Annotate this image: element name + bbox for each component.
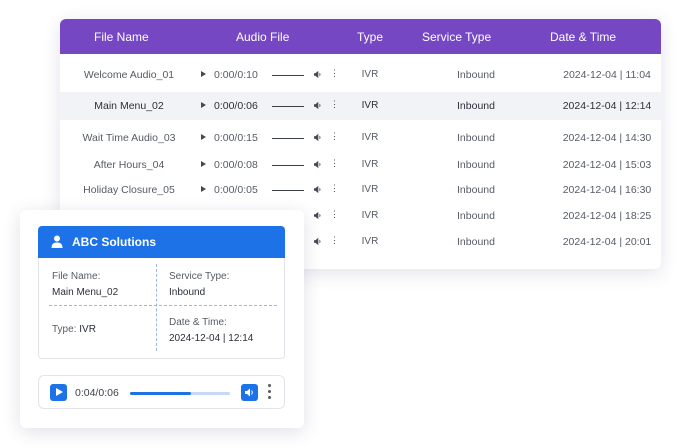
file-name-value: Main Menu_02	[52, 287, 119, 298]
type-cell: IVR	[361, 210, 379, 221]
type-cell: IVR	[361, 100, 379, 111]
audio-time: 0:00/0:05	[214, 184, 258, 196]
volume-icon[interactable]	[314, 238, 322, 245]
more-vertical-icon[interactable]: ⋮	[330, 69, 339, 78]
more-vertical-icon[interactable]: ⋮	[330, 236, 339, 245]
date-time-cell: 2024-12-04 | 16:30	[562, 184, 652, 196]
date-time-cell: 2024-12-04 | 20:01	[562, 236, 652, 248]
volume-icon[interactable]	[314, 161, 322, 168]
play-icon[interactable]	[201, 186, 206, 192]
audio-time: 0:00/0:08	[214, 159, 258, 171]
header-audio-file[interactable]: Audio File	[236, 30, 289, 44]
more-vertical-icon[interactable]: ⋮	[330, 210, 339, 219]
date-label: Date & Time:	[169, 317, 227, 328]
audio-time: 0:00/0:15	[214, 132, 258, 144]
date-time-cell: 2024-12-04 | 18:25	[562, 210, 652, 222]
table-row[interactable]: Welcome Audio_01 IVR Inbound 2024-12-04 | 1…	[60, 64, 661, 86]
type-cell: IVR	[361, 69, 379, 80]
audio-time: 0:00/0:06	[214, 100, 258, 112]
type-value: IVR	[79, 324, 96, 335]
service-type-value: Inbound	[169, 287, 206, 298]
service-type-cell: Inbound	[457, 159, 495, 171]
audio-player: 0:04/0:06	[38, 375, 285, 409]
table-row[interactable]: Main Menu_02 IVR Inbound 2024-12-04 | 12:14…	[60, 92, 661, 120]
play-icon	[56, 388, 63, 396]
audio-time: 0:00/0:10	[214, 69, 258, 81]
header-date-time[interactable]: Date & Time	[550, 30, 616, 44]
service-type-cell: Inbound	[457, 184, 495, 196]
date-time-cell: 2024-12-04 | 11:04	[563, 69, 651, 81]
audio-progress-track[interactable]	[272, 138, 304, 139]
volume-icon[interactable]	[314, 186, 322, 193]
type-cell: IVR	[361, 184, 379, 195]
table-row[interactable]: After Hours_04 IVR Inbound 2024-12-04 | 15:…	[60, 154, 661, 176]
volume-icon[interactable]	[314, 134, 322, 141]
service-type-cell: Inbound	[457, 69, 495, 81]
type-cell: IVR	[361, 159, 379, 170]
audio-progress-track[interactable]	[272, 75, 304, 76]
audio-progress-track[interactable]	[272, 190, 304, 191]
audio-progress-track[interactable]	[272, 165, 304, 166]
detail-body: File Name: Main Menu_02 Service Type: In…	[38, 258, 285, 359]
file-name-cell: Holiday Closure_05	[83, 184, 175, 196]
type-cell: IVR	[361, 236, 379, 247]
play-icon[interactable]	[201, 71, 206, 77]
file-name-cell: Wait Time Audio_03	[82, 132, 176, 144]
table-row[interactable]: Wait Time Audio_03 IVR Inbound 2024-12-04 |…	[60, 127, 661, 149]
volume-icon[interactable]	[314, 102, 322, 109]
file-name-label: File Name:	[52, 271, 101, 282]
volume-icon[interactable]	[314, 71, 322, 78]
progress-slider[interactable]	[130, 392, 230, 395]
file-name-cell: After Hours_04	[93, 159, 165, 171]
type-label: Type:	[52, 324, 77, 335]
date-time-cell: 2024-12-04 | 14:30	[562, 132, 652, 144]
progress-fill	[130, 392, 191, 395]
volume-icon[interactable]	[314, 212, 322, 219]
header-service-type[interactable]: Service Type	[422, 30, 491, 44]
detail-title: ABC Solutions	[72, 235, 156, 249]
play-button[interactable]	[50, 384, 67, 401]
vertical-divider	[156, 264, 157, 351]
player-time: 0:04/0:06	[75, 387, 119, 399]
audio-progress-track[interactable]	[272, 106, 304, 107]
horizontal-divider	[49, 305, 277, 306]
type-cell: IVR	[361, 132, 379, 143]
more-vertical-icon[interactable]: ⋮	[330, 159, 339, 168]
date-value: 2024-12-04 | 12:14	[169, 333, 254, 344]
play-icon[interactable]	[201, 134, 206, 140]
play-icon[interactable]	[201, 161, 206, 167]
table-row[interactable]: Holiday Closure_05 IVR Inbound 2024-12-04 |…	[60, 179, 661, 201]
service-type-label: Service Type:	[169, 271, 230, 282]
more-vertical-icon[interactable]	[268, 384, 272, 402]
more-vertical-icon[interactable]: ⋮	[330, 184, 339, 193]
detail-header: ABC Solutions	[38, 226, 285, 258]
file-detail-card: ABC Solutions File Name: Main Menu_02 Se…	[20, 210, 304, 428]
file-name-cell: Main Menu_02	[94, 100, 164, 112]
header-file-name[interactable]: File Name	[94, 30, 149, 44]
service-type-cell: Inbound	[457, 236, 495, 248]
header-type[interactable]: Type	[357, 30, 383, 44]
more-vertical-icon[interactable]: ⋮	[330, 132, 339, 141]
volume-icon	[245, 388, 253, 397]
file-name-cell: Welcome Audio_01	[83, 69, 175, 81]
type-field: Type: IVR	[52, 324, 96, 335]
service-type-cell: Inbound	[457, 100, 495, 112]
service-type-cell: Inbound	[457, 132, 495, 144]
date-time-cell: 2024-12-04 | 12:14	[562, 100, 652, 112]
table-header: File Name Audio File Type Service Type D…	[60, 19, 661, 54]
user-icon	[51, 235, 63, 248]
volume-button[interactable]	[241, 384, 258, 401]
more-vertical-icon[interactable]: ⋮	[330, 100, 339, 109]
date-time-cell: 2024-12-04 | 15:03	[562, 159, 652, 171]
play-icon[interactable]	[201, 102, 206, 108]
service-type-cell: Inbound	[457, 210, 495, 222]
